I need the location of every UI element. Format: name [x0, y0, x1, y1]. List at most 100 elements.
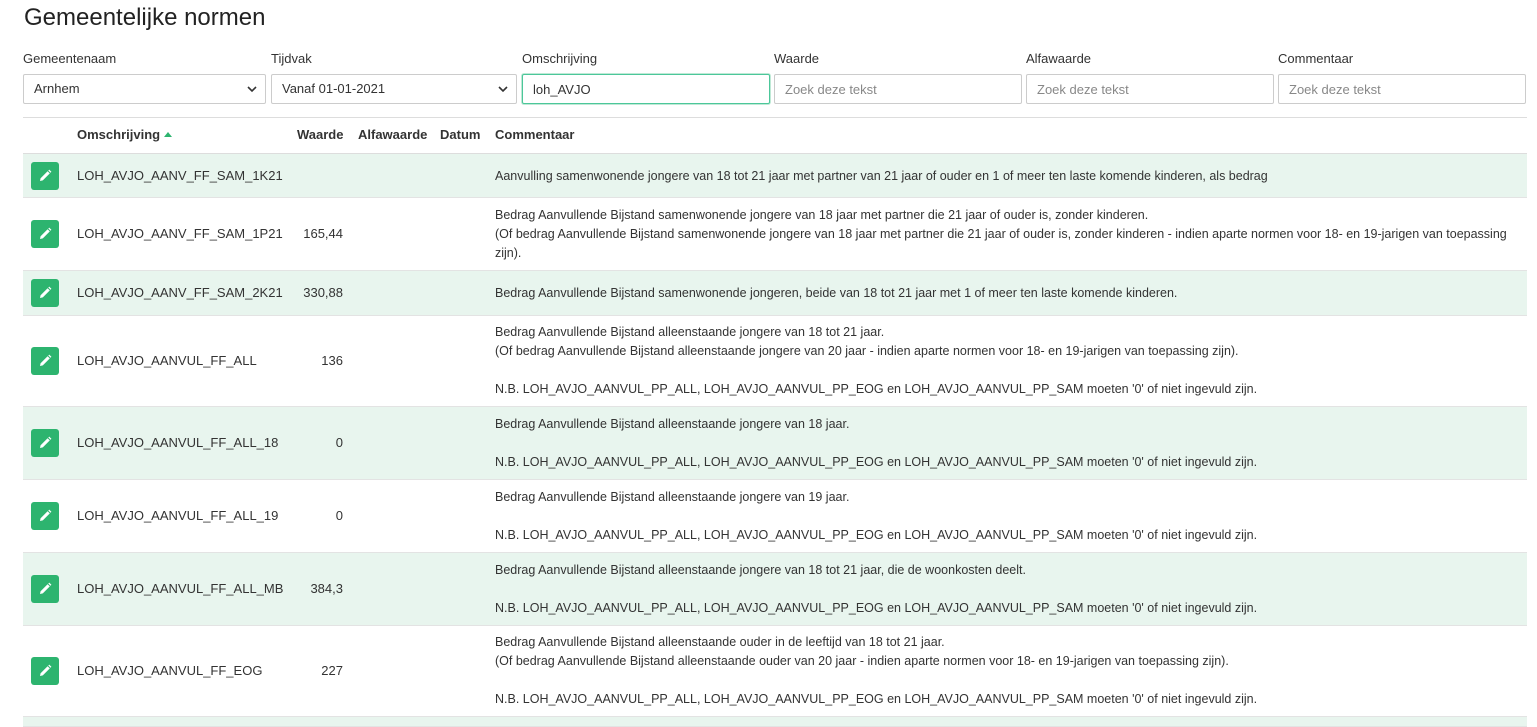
comment-line: Bedrag Aanvullende Bijstand alleenstaand…	[495, 490, 850, 504]
edit-button[interactable]	[31, 220, 59, 248]
cell-waarde: 384,3	[310, 581, 343, 596]
cell-waarde: 136	[321, 353, 343, 368]
pencil-icon	[40, 509, 52, 521]
table-body: LOH_AVJO_AANV_FF_SAM_1K21 Aanvulling same…	[23, 154, 1527, 727]
pencil-icon	[40, 664, 52, 676]
comment-line: N.B. LOH_AVJO_AANVUL_PP_ALL, LOH_AVJO_AA…	[495, 601, 1258, 615]
filter-gemeentenaam: Gemeentenaam Arnhem	[23, 50, 266, 104]
cell-omschrijving: LOH_AVJO_AANVUL_FF_ALL_MB	[77, 581, 284, 596]
filter-omschrijving: Omschrijving	[522, 50, 770, 104]
column-header-omschrijving[interactable]: Omschrijving	[77, 127, 173, 142]
comment-line: Bedrag Aanvullende Bijstand alleenstaand…	[495, 635, 945, 649]
chevron-down-icon	[247, 86, 257, 93]
alfawaarde-input[interactable]	[1026, 74, 1274, 104]
table-header: Omschrijving Waarde Alfawaarde Datum Com…	[23, 117, 1527, 154]
edit-button[interactable]	[31, 502, 59, 530]
pencil-icon	[40, 354, 52, 366]
comment-line: (Of bedrag Aanvullende Bijstand alleenst…	[495, 344, 1239, 358]
cell-commentaar: Bedrag Aanvullende Bijstand alleenstaand…	[495, 561, 1525, 618]
table-row	[23, 717, 1527, 727]
comment-line: Bedrag Aanvullende Bijstand samenwonende…	[495, 286, 1178, 300]
edit-button[interactable]	[31, 279, 59, 307]
column-header-alfawaarde[interactable]: Alfawaarde	[358, 127, 427, 142]
comment-line	[495, 361, 1525, 380]
gemeentenaam-value: Arnhem	[34, 81, 80, 96]
comment-line: Bedrag Aanvullende Bijstand samenwonende…	[495, 208, 1149, 222]
pencil-icon	[40, 436, 52, 448]
commentaar-input[interactable]	[1278, 74, 1526, 104]
column-header-datum[interactable]: Datum	[440, 127, 480, 142]
edit-button[interactable]	[31, 575, 59, 603]
table-row: LOH_AVJO_AANVUL_FF_ALL 136 Bedrag Aanvulle…	[23, 316, 1527, 407]
filter-label-commentaar: Commentaar	[1278, 51, 1354, 66]
sort-asc-icon	[164, 132, 173, 137]
cell-omschrijving: LOH_AVJO_AANVUL_FF_ALL	[77, 353, 257, 368]
column-header-waarde[interactable]: Waarde	[297, 127, 343, 142]
waarde-input[interactable]	[774, 74, 1022, 104]
table-row: LOH_AVJO_AANVUL_FF_ALL_19 0 Bedrag Aanvull…	[23, 480, 1527, 553]
filter-waarde: Waarde	[774, 50, 1022, 104]
edit-button[interactable]	[31, 347, 59, 375]
cell-commentaar: Bedrag Aanvullende Bijstand alleenstaand…	[495, 488, 1525, 545]
table-row: LOH_AVJO_AANVUL_FF_EOG 227 Bedrag Aanvulle…	[23, 626, 1527, 717]
filter-label-gemeentenaam: Gemeentenaam	[23, 51, 117, 66]
filter-label-tijdvak: Tijdvak	[271, 51, 312, 66]
cell-commentaar: Bedrag Aanvullende Bijstand samenwonende…	[495, 206, 1525, 263]
cell-omschrijving: LOH_AVJO_AANVUL_FF_EOG	[77, 663, 263, 678]
pencil-icon	[40, 169, 52, 181]
table-row: LOH_AVJO_AANV_FF_SAM_1K21 Aanvulling same…	[23, 154, 1527, 198]
cell-omschrijving: LOH_AVJO_AANV_FF_SAM_2K21	[77, 285, 283, 300]
cell-waarde: 227	[321, 663, 343, 678]
table-row: LOH_AVJO_AANV_FF_SAM_2K21 330,88 Bedrag Aa…	[23, 271, 1527, 316]
table-row: LOH_AVJO_AANVUL_FF_ALL_18 0 Bedrag Aanvull…	[23, 407, 1527, 480]
edit-button[interactable]	[31, 657, 59, 685]
page-title: Gemeentelijke normen	[24, 4, 266, 31]
cell-waarde: 0	[335, 508, 343, 523]
cell-commentaar: Bedrag Aanvullende Bijstand alleenstaand…	[495, 323, 1525, 399]
pencil-icon	[40, 582, 52, 594]
filter-label-waarde: Waarde	[774, 51, 820, 66]
cell-waarde: 330,88	[303, 285, 343, 300]
edit-button[interactable]	[31, 162, 59, 190]
comment-line: (Of bedrag Aanvullende Bijstand alleenst…	[495, 654, 1229, 668]
gemeentenaam-select[interactable]: Arnhem	[23, 74, 266, 104]
tijdvak-select[interactable]: Vanaf 01-01-2021	[271, 74, 517, 104]
tijdvak-value: Vanaf 01-01-2021	[282, 81, 386, 96]
comment-line: Bedrag Aanvullende Bijstand alleenstaand…	[495, 325, 885, 339]
pencil-icon	[40, 227, 52, 239]
cell-commentaar: Bedrag Aanvullende Bijstand samenwonende…	[495, 284, 1525, 303]
cell-waarde: 165,44	[303, 226, 343, 241]
comment-line: Bedrag Aanvullende Bijstand alleenstaand…	[495, 563, 1026, 577]
cell-commentaar: Bedrag Aanvullende Bijstand alleenstaand…	[495, 633, 1525, 709]
normen-table: Omschrijving Waarde Alfawaarde Datum Com…	[23, 117, 1527, 727]
filter-commentaar: Commentaar	[1278, 50, 1526, 104]
cell-waarde: 0	[335, 435, 343, 450]
comment-line: N.B. LOH_AVJO_AANVUL_PP_ALL, LOH_AVJO_AA…	[495, 528, 1258, 542]
comment-line	[495, 434, 1525, 453]
comment-line	[495, 671, 1525, 690]
filter-tijdvak: Tijdvak Vanaf 01-01-2021	[271, 50, 517, 104]
comment-line: (Of bedrag Aanvullende Bijstand samenwon…	[495, 227, 1507, 241]
comment-line	[495, 507, 1525, 526]
omschrijving-input[interactable]	[522, 74, 770, 104]
chevron-down-icon	[498, 86, 508, 93]
comment-line: N.B. LOH_AVJO_AANVUL_PP_ALL, LOH_AVJO_AA…	[495, 455, 1258, 469]
pencil-icon	[40, 286, 52, 298]
cell-omschrijving: LOH_AVJO_AANV_FF_SAM_1P21	[77, 226, 283, 241]
table-row: LOH_AVJO_AANVUL_FF_ALL_MB 384,3 Bedrag Aan…	[23, 553, 1527, 626]
cell-commentaar: Aanvulling samenwonende jongere van 18 t…	[495, 167, 1525, 186]
comment-line: Bedrag Aanvullende Bijstand alleenstaand…	[495, 417, 850, 431]
cell-omschrijving: LOH_AVJO_AANV_FF_SAM_1K21	[77, 168, 283, 183]
cell-omschrijving: LOH_AVJO_AANVUL_FF_ALL_19	[77, 508, 279, 523]
comment-line: zijn).	[495, 246, 522, 260]
filter-label-omschrijving: Omschrijving	[522, 51, 598, 66]
comment-line: N.B. LOH_AVJO_AANVUL_PP_ALL, LOH_AVJO_AA…	[495, 692, 1258, 706]
filter-bar: Gemeentenaam Arnhem Tijdvak Vanaf 01-01-…	[23, 50, 1526, 106]
edit-button[interactable]	[31, 429, 59, 457]
filter-alfawaarde: Alfawaarde	[1026, 50, 1274, 104]
filter-label-alfawaarde: Alfawaarde	[1026, 51, 1092, 66]
column-header-commentaar[interactable]: Commentaar	[495, 127, 574, 142]
table-row: LOH_AVJO_AANV_FF_SAM_1P21 165,44 Bedrag Aa…	[23, 198, 1527, 271]
column-header-omschrijving-label: Omschrijving	[77, 127, 161, 142]
comment-line: Aanvulling samenwonende jongere van 18 t…	[495, 169, 1268, 183]
